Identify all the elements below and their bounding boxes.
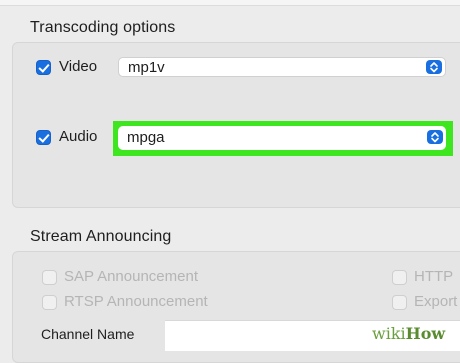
export-label: Export xyxy=(414,293,458,310)
wikihow-watermark: wikiHow xyxy=(364,321,460,345)
audio-label: Audio xyxy=(59,128,98,145)
watermark-how: How xyxy=(405,324,446,343)
export-checkbox[interactable] xyxy=(392,295,407,310)
chevron-up-down-icon xyxy=(427,130,443,144)
transcoding-options-title: Transcoding options xyxy=(30,19,176,36)
stream-announcing-title: Stream Announcing xyxy=(30,228,172,245)
video-codec-select[interactable]: mp1v xyxy=(118,57,446,77)
watermark-wiki: wiki xyxy=(372,324,406,343)
video-checkbox[interactable] xyxy=(36,60,51,75)
channel-name-label: Channel Name xyxy=(41,326,135,342)
video-label: Video xyxy=(59,58,98,75)
audio-codec-select[interactable]: mpga xyxy=(118,126,446,150)
video-codec-value: mp1v xyxy=(128,59,165,76)
audio-codec-value: mpga xyxy=(127,129,165,146)
chevron-up-down-icon xyxy=(426,60,442,74)
rtsp-announcement-checkbox[interactable] xyxy=(42,295,57,310)
sap-announcement-checkbox[interactable] xyxy=(42,270,57,285)
sap-announcement-label: SAP Announcement xyxy=(64,268,198,285)
top-bar xyxy=(0,0,460,6)
rtsp-announcement-label: RTSP Announcement xyxy=(64,293,208,310)
http-checkbox[interactable] xyxy=(392,270,407,285)
http-label: HTTP xyxy=(414,268,454,285)
audio-checkbox[interactable] xyxy=(36,130,51,145)
